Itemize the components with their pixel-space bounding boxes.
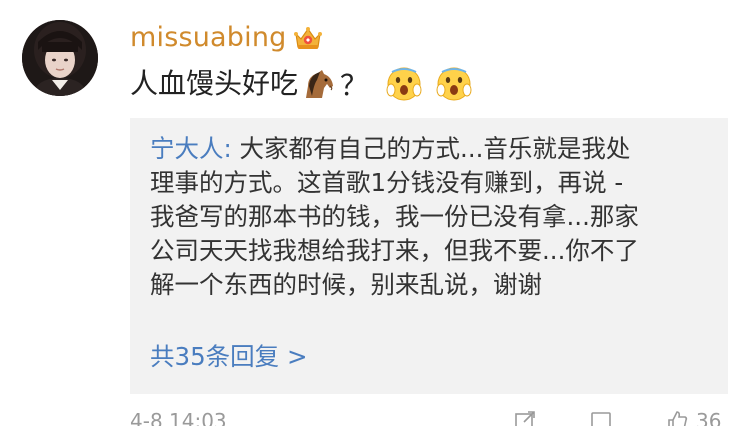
reply-line: 公司天天找我想给我打来，但我不要...你不了: [150, 236, 639, 265]
comment-icon[interactable]: [590, 410, 612, 426]
reply-line-text: 大家都有自己的方式...音乐就是我处: [231, 134, 631, 163]
reply-preview-box[interactable]: 宁大人: 大家都有自己的方式...音乐就是我处 理事的方式。这首歌1分钱没有赚到…: [130, 118, 728, 394]
reply-author-link[interactable]: 宁大人:: [150, 134, 232, 163]
reply-text: 宁大人: 大家都有自己的方式...音乐就是我处 理事的方式。这首歌1分钱没有赚到…: [150, 132, 720, 302]
reply-line: 宁大人: 大家都有自己的方式...音乐就是我处: [150, 132, 720, 166]
avatar-image: [22, 20, 98, 96]
crown-badge-icon[interactable]: [293, 25, 323, 51]
horse-emoji-icon: [300, 68, 336, 100]
username-row: missuabing: [130, 18, 323, 58]
comment-body: 人血馒头好吃 ？: [130, 64, 486, 104]
username-link[interactable]: missuabing: [130, 18, 287, 58]
more-replies-link[interactable]: 共35条回复 >: [150, 340, 308, 374]
comment-text: 人血馒头好吃: [130, 67, 299, 100]
scared-face-emoji-icon: [436, 66, 472, 102]
weibo-comment-card: missuabing 人血馒头好吃 ？ 宁大人: 大家都有自己的方式...音乐就…: [0, 0, 752, 426]
question-mark: ？: [340, 69, 369, 102]
comment-footer: 4-8 14:03 36: [130, 408, 730, 426]
share-icon[interactable]: [514, 410, 536, 426]
timestamp: 4-8 14:03: [130, 409, 227, 426]
scared-face-emoji-icon: [386, 66, 422, 102]
like-icon[interactable]: [666, 410, 688, 426]
avatar[interactable]: [22, 20, 98, 96]
like-count: 36: [696, 409, 722, 426]
reply-line: 理事的方式。这首歌1分钱没有赚到，再说 -: [150, 168, 624, 197]
reply-line: 我爸写的那本书的钱，我一份已没有拿...那家: [150, 202, 639, 231]
reply-line: 解一个东西的时候，别来乱说，谢谢: [150, 270, 542, 299]
